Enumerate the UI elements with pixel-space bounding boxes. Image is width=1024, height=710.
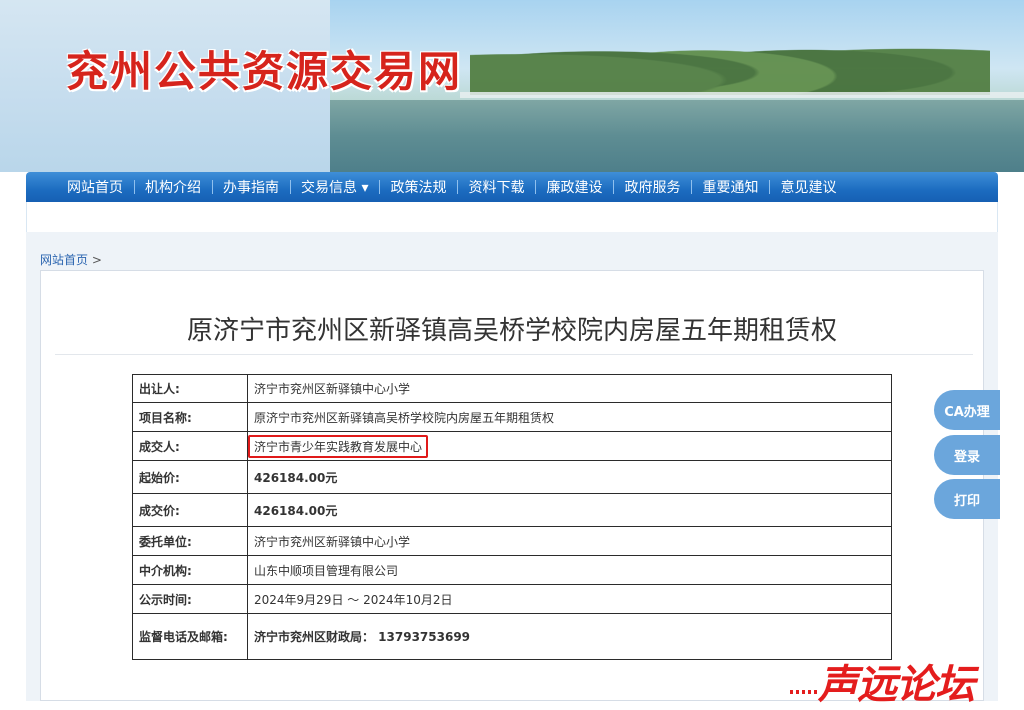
main-nav: 网站首页 机构介绍 办事指南 交易信息 ▾ 政策法规 资料下载 廉政建设 政府服… [26, 172, 998, 202]
table-row: 项目名称: 原济宁市兖州区新驿镇高吴桥学校院内房屋五年期租赁权 [132, 402, 892, 432]
row-value-supervision: 济宁市兖州区财政局： 13793753699 [247, 613, 892, 660]
row-value-agency: 山东中顺项目管理有限公司 [247, 555, 892, 585]
nav-item-downloads[interactable]: 资料下载 [457, 177, 535, 197]
nav-item-feedback[interactable]: 意见建议 [769, 177, 847, 197]
table-row: 中介机构: 山东中顺项目管理有限公司 [132, 555, 892, 585]
row-label-project-name: 项目名称: [132, 402, 248, 432]
nav-item-integrity[interactable]: 廉政建设 [535, 177, 613, 197]
login-button[interactable]: 登录 [934, 435, 1000, 475]
watermark-decoration [790, 690, 820, 694]
row-label-winner: 成交人: [132, 431, 248, 461]
table-row: 成交人: 济宁市青少年实践教育发展中心 [132, 431, 892, 461]
print-button[interactable]: 打印 [934, 479, 1000, 519]
table-row: 成交价: 426184.00元 [132, 493, 892, 527]
row-value-publicity-period: 2024年9月29日 ～ 2024年10月2日 [247, 584, 892, 614]
site-title: 兖州公共资源交易网 [66, 47, 463, 96]
row-value-winner: 济宁市青少年实践教育发展中心 [248, 434, 429, 458]
row-value-project-name: 原济宁市兖州区新驿镇高吴桥学校院内房屋五年期租赁权 [247, 402, 892, 432]
row-label-publicity-period: 公示时间: [132, 584, 248, 614]
row-label-deal-price: 成交价: [132, 493, 248, 527]
table-row: 委托单位: 济宁市兖州区新驿镇中心小学 [132, 526, 892, 556]
banner-lake [330, 100, 1024, 172]
table-row: 起始价: 426184.00元 [132, 460, 892, 494]
header-banner: 兖州公共资源交易网 [0, 0, 1024, 172]
ca-service-button[interactable]: CA办理 [934, 390, 1000, 430]
table-row: 出让人: 济宁市兖州区新驿镇中心小学 [132, 374, 892, 403]
row-label-start-price: 起始价: [132, 460, 248, 494]
title-divider [55, 354, 973, 355]
table-row: 公示时间: 2024年9月29日 ～ 2024年10月2日 [132, 584, 892, 614]
row-label-transferor: 出让人: [132, 374, 248, 403]
row-value-winner-cell: 济宁市青少年实践教育发展中心 [247, 431, 892, 461]
page-title: 原济宁市兖州区新驿镇高吴桥学校院内房屋五年期租赁权 [186, 316, 837, 346]
row-label-supervision: 监督电话及邮箱: [132, 613, 248, 660]
row-label-agency: 中介机构: [132, 555, 248, 585]
breadcrumb: 网站首页 > [40, 251, 102, 268]
watermark-logo: 声远论坛 [818, 661, 975, 708]
deal-info-table: 出让人: 济宁市兖州区新驿镇中心小学 项目名称: 原济宁市兖州区新驿镇高吴桥学校… [132, 374, 892, 660]
banner-bridge [460, 92, 1024, 98]
row-value-transferor: 济宁市兖州区新驿镇中心小学 [247, 374, 892, 403]
row-label-entrusting-unit: 委托单位: [132, 526, 248, 556]
row-value-deal-price: 426184.00元 [247, 493, 892, 527]
nav-item-about[interactable]: 机构介绍 [134, 177, 212, 197]
breadcrumb-home-link[interactable]: 网站首页 [40, 253, 88, 267]
banner-trees [470, 20, 990, 95]
breadcrumb-separator: > [91, 253, 102, 267]
nav-item-trade-info[interactable]: 交易信息 ▾ [290, 177, 379, 197]
nav-item-policy[interactable]: 政策法规 [379, 177, 457, 197]
nav-item-gov-service[interactable]: 政府服务 [613, 177, 691, 197]
sub-nav-bar [26, 202, 998, 232]
table-row: 监督电话及邮箱: 济宁市兖州区财政局： 13793753699 [132, 613, 892, 660]
nav-item-notices[interactable]: 重要通知 [691, 177, 769, 197]
row-value-entrusting-unit: 济宁市兖州区新驿镇中心小学 [247, 526, 892, 556]
nav-item-guide[interactable]: 办事指南 [212, 177, 290, 197]
nav-item-home[interactable]: 网站首页 [56, 177, 134, 197]
row-value-start-price: 426184.00元 [247, 460, 892, 494]
